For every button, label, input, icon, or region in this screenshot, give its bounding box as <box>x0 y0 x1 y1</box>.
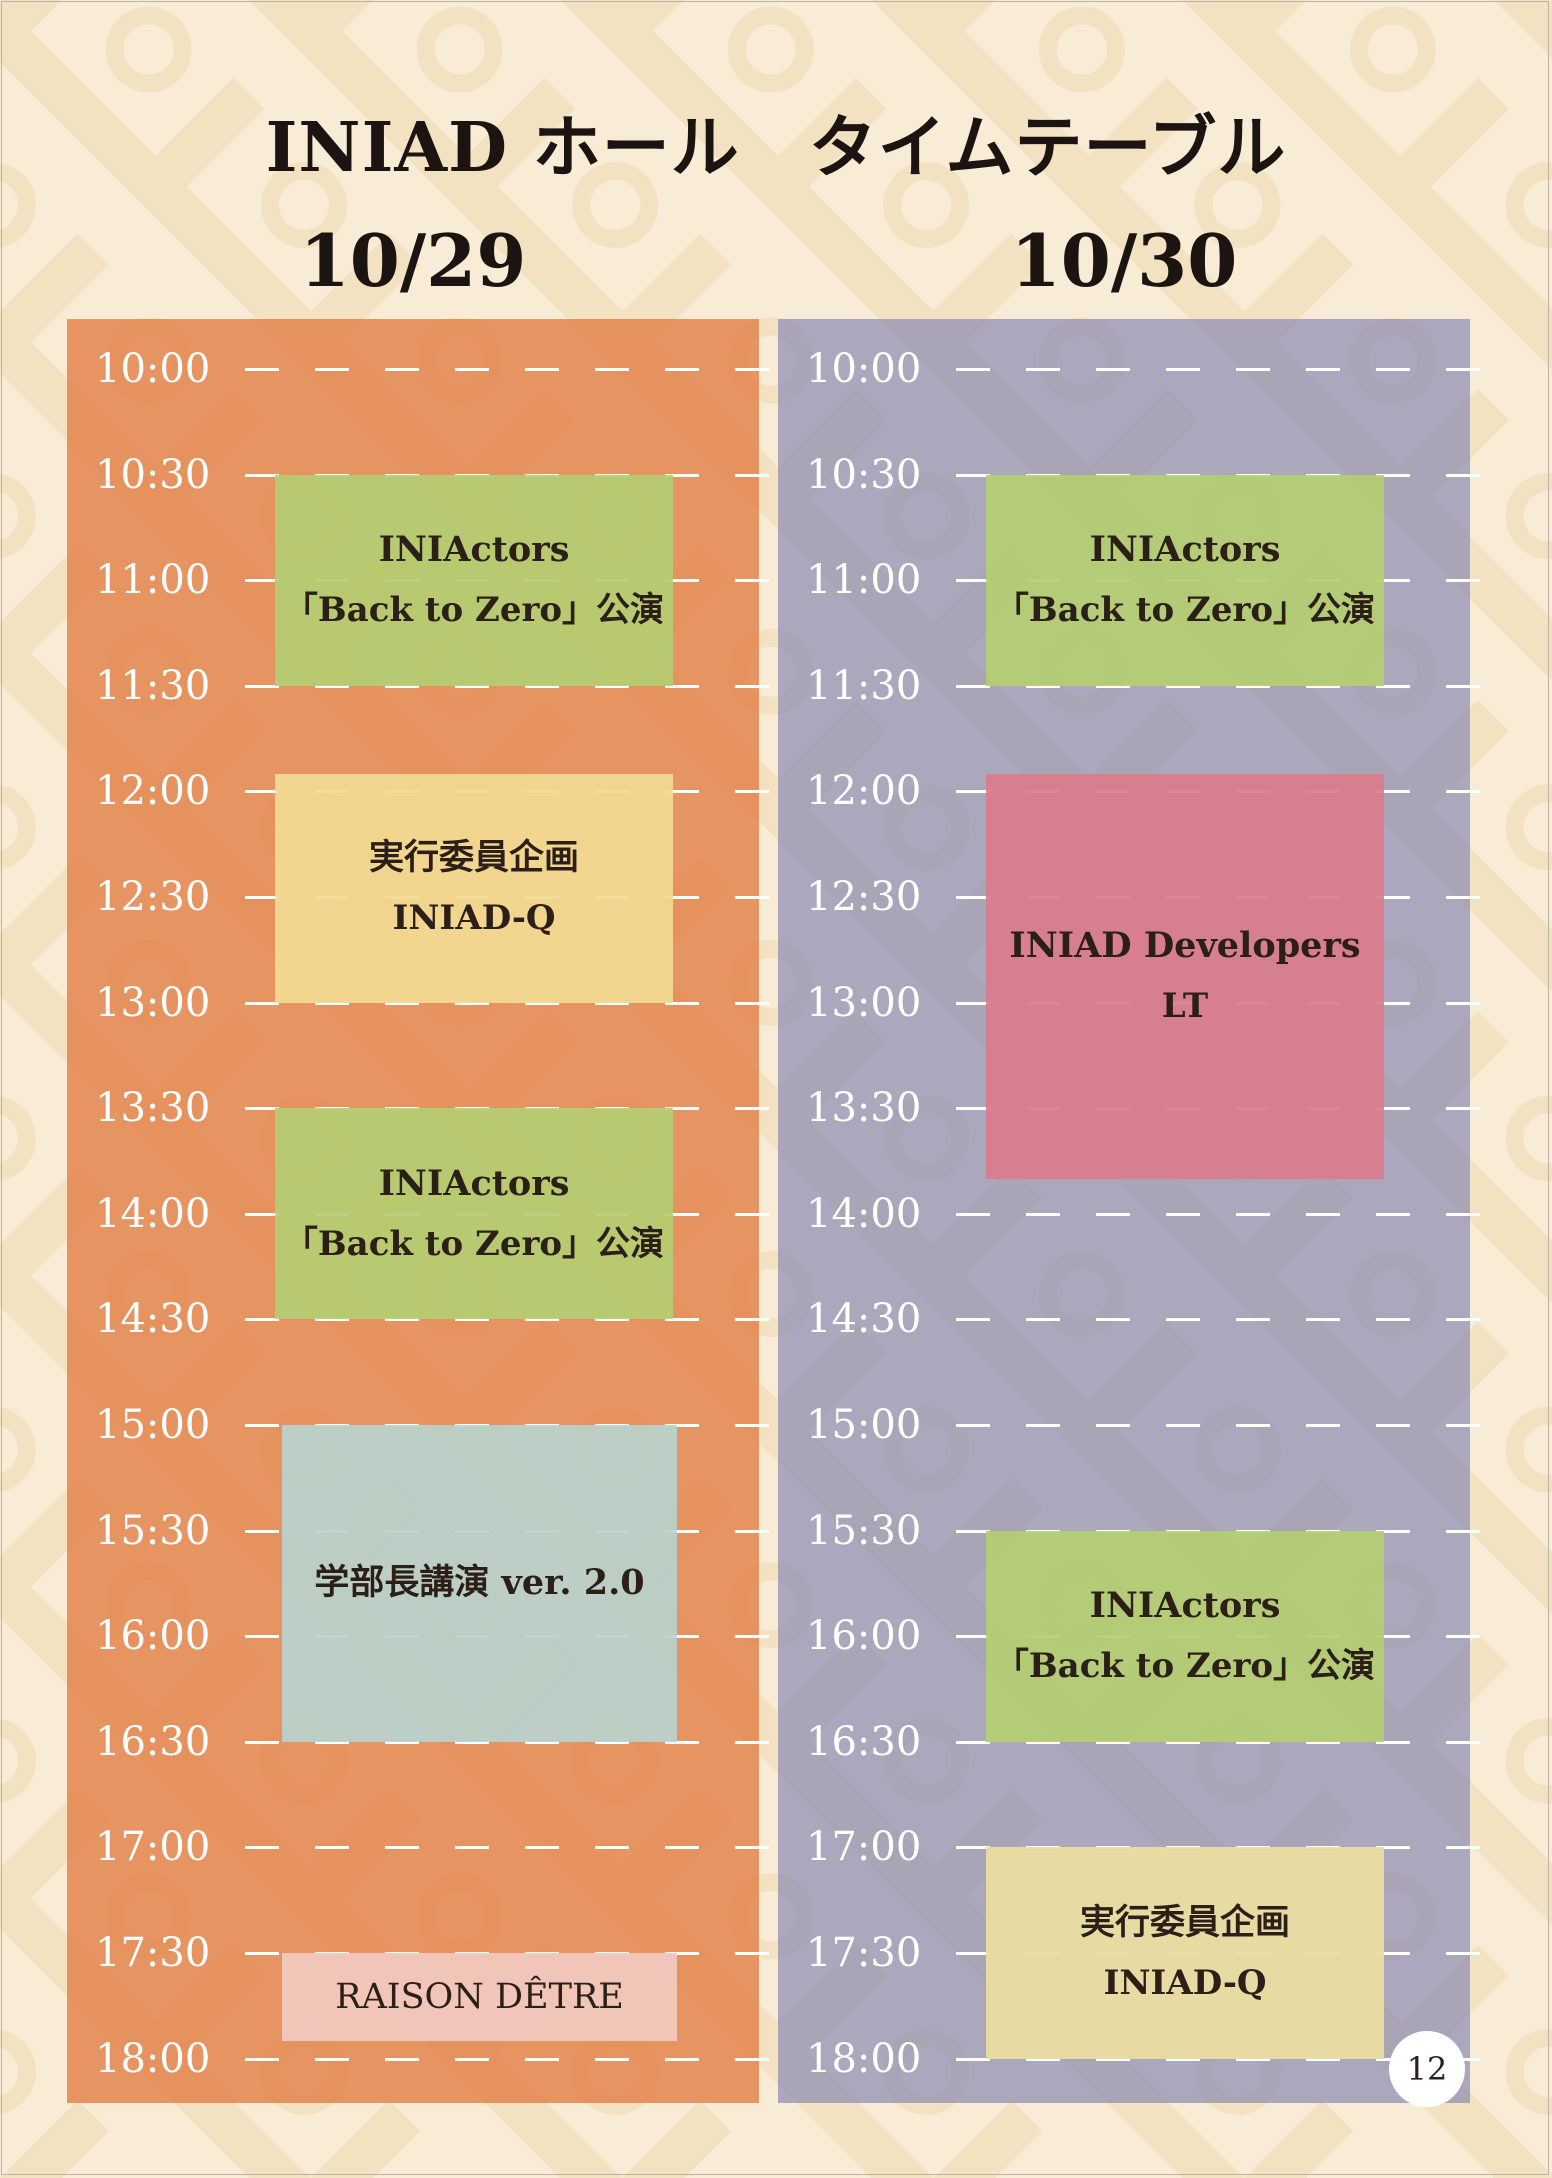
time-label: 10:00 <box>95 346 211 392</box>
schedule-column-day1: 10:00 10:30 11:00 11:30 12:00 12:30 13:00 13:30… <box>67 319 775 2103</box>
time-gridline <box>956 1424 1486 1427</box>
time-label: 13:30 <box>95 1085 211 1132</box>
event-block: 実行委員企画 INIAD-Q <box>275 773 673 1003</box>
time-label: 13:30 <box>806 1085 922 1132</box>
time-label: 13:00 <box>806 979 922 1026</box>
time-gridline <box>956 1318 1486 1322</box>
event-block: INIActors 「Back to Zero」公演 <box>275 474 673 686</box>
page-title: INIAD ホール タイムテーブル <box>265 108 1287 188</box>
event-subtitle: INIAD-Q <box>392 898 556 939</box>
time-gridline <box>245 2057 775 2061</box>
time-label: 15:00 <box>95 1402 211 1448</box>
event-title: RAISON DÊTRE <box>335 1977 624 2017</box>
event-block: 学部長講演 ver. 2.0 <box>282 1425 677 1742</box>
time-label: 16:30 <box>95 1718 211 1765</box>
time-label: 11:30 <box>806 662 922 709</box>
time-label: 14:30 <box>95 1296 211 1343</box>
schedule-column-day2: 10:00 10:30 11:00 11:30 12:00 12:30 13:00 13:30… <box>778 319 1486 2103</box>
event-title: 実行委員企画 <box>1079 1901 1290 1943</box>
event-subtitle: LT <box>1161 986 1209 1027</box>
time-label: 12:00 <box>95 768 211 815</box>
time-gridline <box>245 368 775 371</box>
event-block: INIAD Developers LT <box>986 773 1384 1179</box>
time-label: 10:30 <box>95 451 211 498</box>
event-title: INIActors <box>378 1162 570 1204</box>
time-label: 18:00 <box>806 2035 922 2082</box>
time-label: 17:30 <box>95 1930 211 1976</box>
event-block: INIActors 「Back to Zero」公演 <box>986 474 1384 686</box>
time-label: 17:00 <box>95 1824 211 1871</box>
event-subtitle: INIAD-Q <box>1103 1962 1267 2003</box>
event-title: INIActors <box>1089 529 1281 571</box>
time-label: 14:30 <box>806 1296 922 1343</box>
time-label: 12:30 <box>95 874 211 920</box>
time-label: 12:30 <box>806 874 922 920</box>
time-label: 14:00 <box>806 1190 922 1237</box>
event-subtitle: 「Back to Zero」公演 <box>283 1223 665 1264</box>
time-label: 10:30 <box>806 451 922 498</box>
time-label: 17:00 <box>806 1824 922 1871</box>
event-subtitle: 「Back to Zero」公演 <box>283 590 665 631</box>
event-block: INIActors 「Back to Zero」公演 <box>986 1530 1384 1742</box>
time-label: 18:00 <box>95 2035 211 2082</box>
time-label: 15:30 <box>806 1507 922 1554</box>
event-title: INIActors <box>1089 1585 1281 1627</box>
event-title: INIActors <box>378 529 570 571</box>
event-title: INIAD Developers <box>1009 925 1361 967</box>
time-gridline <box>956 1212 1486 1216</box>
event-title: 学部長講演 ver. 2.0 <box>314 1562 645 1604</box>
time-label: 12:00 <box>806 768 922 815</box>
time-label: 17:30 <box>806 1930 922 1976</box>
date-heading-day2: 10/30 <box>1010 218 1238 303</box>
page-number: 12 <box>1389 2031 1465 2107</box>
time-label: 11:30 <box>95 662 211 709</box>
event-title: 実行委員企画 <box>368 837 579 879</box>
event-subtitle: 「Back to Zero」公演 <box>994 1646 1376 1687</box>
time-label: 15:00 <box>806 1402 922 1448</box>
date-heading-day1: 10/29 <box>299 218 527 303</box>
time-label: 10:00 <box>806 346 922 392</box>
event-block: INIActors 「Back to Zero」公演 <box>275 1108 673 1320</box>
time-label: 15:30 <box>95 1507 211 1554</box>
time-label: 13:00 <box>95 979 211 1026</box>
event-subtitle: 「Back to Zero」公演 <box>994 590 1376 631</box>
time-label: 16:00 <box>95 1613 211 1660</box>
time-label: 16:00 <box>806 1613 922 1660</box>
event-block: 実行委員企画 INIAD-Q <box>986 1847 1384 2059</box>
time-gridline <box>245 1846 775 1850</box>
time-label: 11:00 <box>806 557 922 604</box>
event-block: RAISON DÊTRE <box>282 1953 677 2041</box>
time-label: 11:00 <box>95 557 211 604</box>
time-label: 16:30 <box>806 1718 922 1765</box>
time-label: 14:00 <box>95 1190 211 1237</box>
time-gridline <box>956 368 1486 371</box>
